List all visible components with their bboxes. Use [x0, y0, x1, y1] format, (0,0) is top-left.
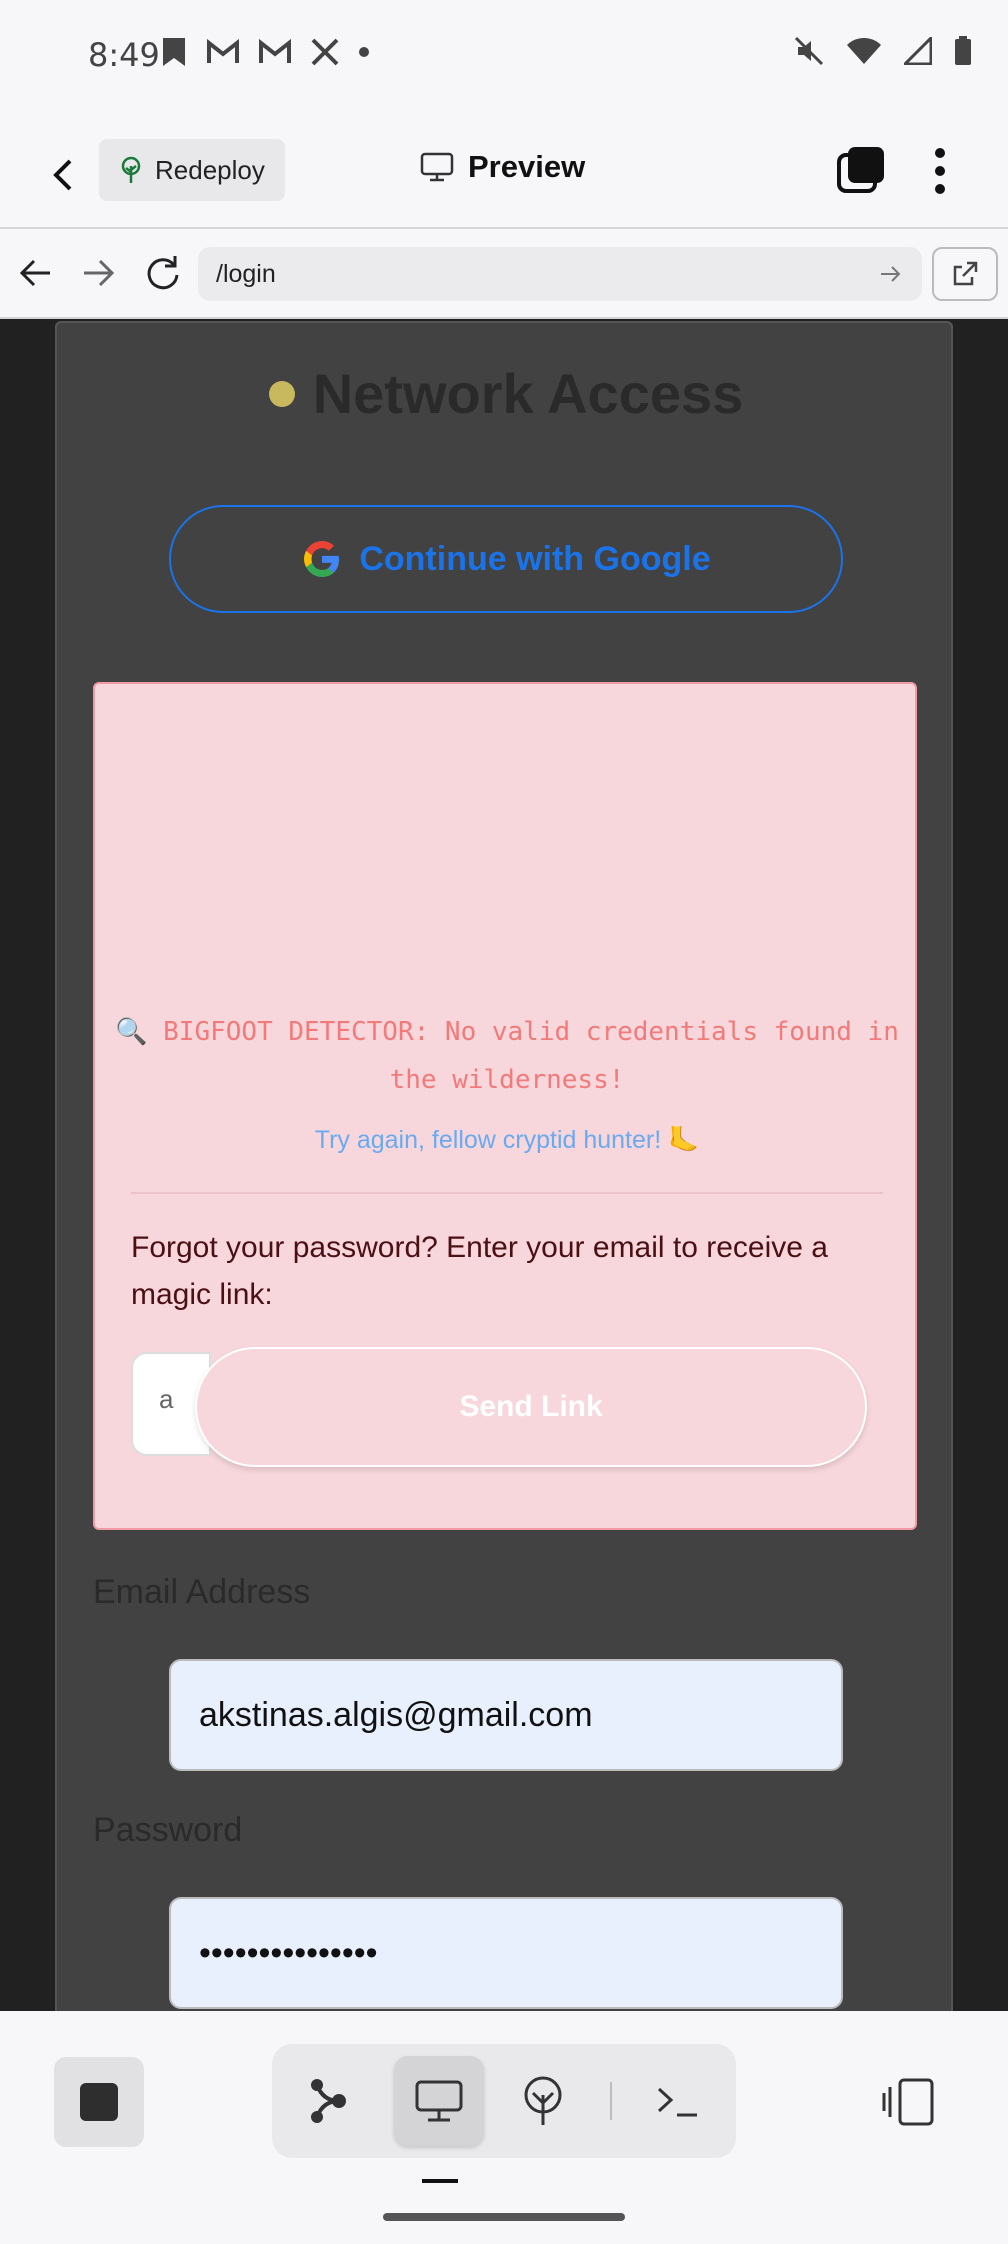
url-field[interactable]: /login — [198, 247, 922, 301]
globe-tree-icon — [524, 2076, 562, 2125]
status-bar: 8:49 — [0, 0, 1008, 115]
forgot-password-text: Forgot your password? Enter your email t… — [131, 1231, 828, 1311]
login-card: Network Access Continue with Google 🔍 BI… — [55, 321, 953, 2011]
stop-button[interactable] — [54, 2057, 144, 2147]
mute-icon — [794, 36, 824, 66]
workflow-icon — [311, 2079, 346, 2123]
signal-icon — [904, 37, 932, 65]
notification-icons — [160, 36, 370, 68]
battery-icon — [955, 36, 971, 65]
tabs-icon[interactable] — [836, 145, 886, 195]
home-gesture-bar[interactable] — [383, 2213, 625, 2221]
page-title-text: Network Access — [312, 362, 744, 425]
bigfoot-error-message: 🔍 BIGFOOT DETECTOR: No valid credentials… — [115, 1017, 899, 1095]
redeploy-label: Redeploy — [155, 154, 265, 185]
reload-icon[interactable] — [140, 251, 184, 295]
go-arrow-icon[interactable] — [878, 261, 904, 287]
google-button-label: Continue with Google — [359, 539, 711, 578]
preview-label: Preview — [468, 149, 586, 184]
redeploy-button[interactable]: Redeploy — [99, 139, 285, 201]
open-external-icon — [953, 261, 978, 286]
split-panel-icon[interactable] — [880, 2077, 936, 2127]
try-again-text: Try again, fellow cryptid hunter! 🦶 — [314, 1126, 700, 1154]
email-input[interactable]: akstinas.algis@gmail.com — [169, 1659, 843, 1771]
gmail-icon — [259, 39, 291, 63]
back-arrow-icon[interactable] — [40, 151, 88, 199]
more-vert-icon[interactable] — [920, 145, 960, 197]
send-link-button[interactable]: Send Link — [195, 1347, 867, 1467]
url-text: /login — [216, 259, 276, 288]
system-icons — [794, 36, 972, 66]
preview-tab[interactable] — [394, 2056, 484, 2146]
email-label: Email Address — [93, 1573, 311, 1611]
gmail-icon — [207, 39, 239, 63]
password-label: Password — [93, 1811, 243, 1849]
alert-divider — [131, 1192, 883, 1194]
dot-icon — [359, 47, 369, 57]
browser-toolbar: /login — [0, 229, 1008, 319]
bottom-toolbar — [0, 2011, 1008, 2244]
deploy-tab[interactable] — [498, 2056, 588, 2146]
browser-forward-icon[interactable] — [76, 251, 120, 295]
open-external-button[interactable] — [932, 247, 998, 301]
monitor-icon — [420, 152, 454, 182]
x-logo-icon — [311, 38, 339, 66]
stop-icon — [80, 2083, 118, 2121]
workflow-tab[interactable] — [284, 2056, 374, 2146]
password-input[interactable]: ••••••••••••••• — [169, 1897, 843, 2009]
wifi-icon — [847, 37, 881, 64]
view-switcher — [272, 2044, 736, 2158]
status-dot — [268, 380, 295, 407]
app-bar: Redeploy Preview — [0, 115, 1008, 229]
shell-tab[interactable] — [632, 2056, 722, 2146]
page-title: Network Access — [57, 361, 955, 426]
active-tab-indicator — [422, 2179, 458, 2183]
tree-icon — [121, 156, 141, 183]
monitor-icon — [415, 2080, 463, 2122]
status-time: 8:49 — [88, 36, 160, 74]
segment-separator — [610, 2082, 612, 2120]
browser-back-icon[interactable] — [14, 251, 58, 295]
google-signin-button[interactable]: Continue with Google — [169, 505, 843, 613]
google-logo-icon — [304, 541, 340, 577]
error-alert: 🔍 BIGFOOT DETECTOR: No valid credentials… — [93, 682, 917, 1530]
preview-title: Preview — [420, 149, 585, 185]
web-viewport: Network Access Continue with Google 🔍 BI… — [0, 319, 1008, 2011]
bookmark-icon — [163, 38, 185, 66]
terminal-icon — [657, 2087, 697, 2117]
